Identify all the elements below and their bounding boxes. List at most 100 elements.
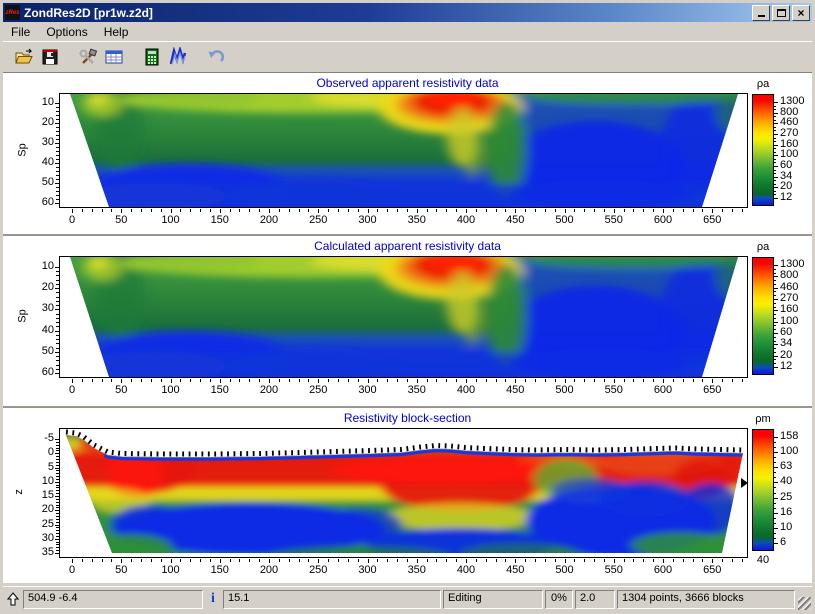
x-tick	[72, 559, 73, 563]
colorbar-minor-tick	[773, 538, 776, 539]
x-minor-tick	[496, 379, 497, 382]
close-button[interactable]: ×	[792, 5, 810, 21]
menu-options[interactable]: Options	[38, 23, 95, 41]
colorbar-minor-tick	[773, 120, 776, 121]
undo-button[interactable]	[203, 44, 229, 70]
settings-button[interactable]	[75, 44, 101, 70]
colorbar-minor-tick	[773, 280, 776, 281]
x-tick	[269, 559, 270, 563]
x-minor-tick	[387, 209, 388, 212]
colorbar-gradient[interactable]	[752, 94, 774, 206]
x-tick	[368, 209, 369, 213]
data-table-button[interactable]	[101, 44, 127, 70]
progress-field: 0%	[545, 590, 573, 609]
cursor-arrow-icon	[5, 592, 21, 606]
x-minor-tick	[525, 209, 526, 212]
minimize-button[interactable]	[752, 5, 770, 21]
save-floppy-icon	[40, 47, 60, 67]
x-tick	[368, 559, 369, 563]
x-tick	[220, 559, 221, 563]
y-tick	[55, 539, 59, 540]
x-minor-tick	[151, 209, 152, 212]
colorbar-tick-label: 6	[780, 536, 786, 548]
y-tick-label: 30	[20, 532, 54, 544]
x-minor-tick	[407, 209, 408, 212]
menu-help[interactable]: Help	[96, 23, 137, 41]
y-tick-label: 10	[20, 260, 54, 272]
colorbar-tick-label: 12	[780, 191, 792, 203]
x-minor-tick	[397, 209, 398, 212]
calculated-title: Calculated apparent resistivity data	[3, 236, 812, 253]
y-minor-tick	[56, 462, 59, 463]
colorbar-gradient[interactable]	[752, 257, 774, 375]
colorbar-minor-tick	[773, 130, 776, 131]
y-tick-label: 10	[20, 96, 54, 108]
colorbar-minor-tick	[773, 337, 776, 338]
x-minor-tick	[299, 379, 300, 382]
x-minor-tick	[624, 209, 625, 212]
calculator-button[interactable]	[139, 44, 165, 70]
y-minor-tick	[56, 322, 59, 323]
save-button[interactable]	[37, 44, 63, 70]
app-window: zRes ZondRes2D [pr1w.z2d] × File Options…	[0, 0, 815, 614]
x-tick	[72, 209, 73, 213]
open-file-button[interactable]	[11, 44, 37, 70]
x-minor-tick	[387, 379, 388, 382]
colorbar-minor-tick	[773, 194, 776, 195]
x-tick	[368, 379, 369, 383]
menu-file[interactable]: File	[3, 23, 38, 41]
y-minor-tick	[56, 155, 59, 156]
y-tick	[55, 352, 59, 353]
y-minor-tick	[56, 115, 59, 116]
colorbar-marker-icon	[741, 478, 748, 488]
resize-grip[interactable]	[798, 597, 811, 610]
colorbar-tick-label: 20	[780, 349, 792, 361]
x-minor-tick	[239, 209, 240, 212]
colorbar-minor-tick	[773, 493, 776, 494]
colorbar-minor-tick	[773, 533, 776, 534]
info-icon: i	[205, 591, 221, 607]
y-minor-tick	[56, 479, 59, 480]
x-tick	[712, 379, 713, 383]
block-section-plot[interactable]: 050100150200250300350400450500550600650-…	[59, 428, 748, 558]
colorbar-tick-label: 34	[780, 337, 792, 349]
cursor-position-field: 504.9 -6.4	[23, 590, 203, 609]
x-tick	[220, 379, 221, 383]
colorbar-gradient[interactable]	[752, 429, 774, 551]
x-minor-tick	[732, 559, 733, 562]
x-minor-tick	[535, 209, 536, 212]
x-minor-tick	[161, 209, 162, 212]
colorbar-tick-label: 16	[780, 506, 792, 518]
colorbar-minor-tick	[773, 329, 776, 330]
x-minor-tick	[584, 379, 585, 382]
colorbar-tick-label: 158	[780, 430, 798, 442]
y-minor-tick	[56, 127, 59, 128]
x-minor-tick	[653, 209, 654, 212]
colorbar-minor-tick	[773, 284, 776, 285]
y-tick	[55, 510, 59, 511]
title-bar[interactable]: zRes ZondRes2D [pr1w.z2d] ×	[3, 3, 812, 22]
y-tick	[55, 183, 59, 184]
x-minor-tick	[555, 559, 556, 562]
x-minor-tick	[427, 379, 428, 382]
x-minor-tick	[446, 379, 447, 382]
x-minor-tick	[279, 379, 280, 382]
observed-plot[interactable]: 0501001502002503003504004505005506006501…	[59, 93, 748, 208]
mode-field: Editing	[443, 590, 543, 609]
colorbar: ρa130080046027016010060342012	[750, 94, 815, 204]
x-minor-tick	[358, 379, 359, 382]
y-minor-tick	[56, 490, 59, 491]
colorbar-minor-tick	[773, 173, 776, 174]
x-minor-tick	[594, 379, 595, 382]
x-minor-tick	[308, 209, 309, 212]
colorbar-minor-tick	[773, 273, 776, 274]
menu-bar: File Options Help	[3, 22, 812, 42]
model-sections-button[interactable]	[165, 44, 191, 70]
calculated-plot[interactable]: 0501001502002503003504004505005506006501…	[59, 256, 748, 378]
x-tick	[614, 209, 615, 213]
maximize-button[interactable]	[772, 5, 790, 21]
x-minor-tick	[624, 379, 625, 382]
x-tick	[72, 379, 73, 383]
colorbar-tick-label: 460	[780, 281, 798, 293]
y-minor-tick	[56, 527, 59, 528]
